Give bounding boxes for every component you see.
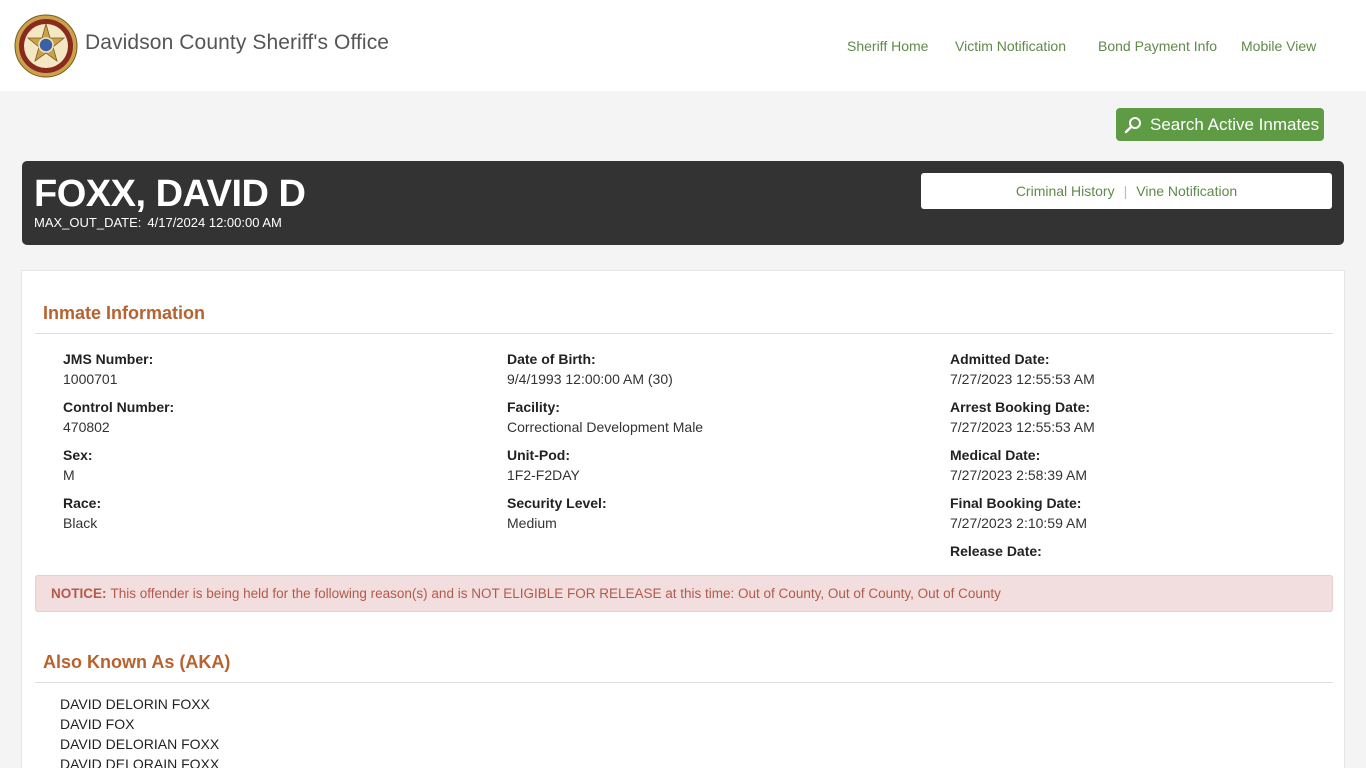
nav-victim-notification[interactable]: Victim Notification	[955, 38, 1066, 54]
race-field: Race: Black	[63, 493, 101, 533]
max-out-value: 4/17/2024 12:00:00 AM	[147, 215, 282, 230]
aka-name: DAVID DELORIAN FOXX	[60, 736, 220, 752]
field-value: 470802	[63, 419, 110, 435]
field-label: Control Number:	[63, 399, 175, 415]
notice-text: This offender is being held for the foll…	[110, 586, 1001, 601]
vine-notification-link[interactable]: Vine Notification	[1136, 183, 1237, 199]
release-date-field: Release Date:	[950, 541, 1042, 561]
max-out-date: MAX_OUT_DATE: 4/17/2024 12:00:00 AM	[34, 215, 282, 230]
field-label: Sex:	[63, 447, 93, 463]
arrest-booking-date-field: Arrest Booking Date: 7/27/2023 12:55:53 …	[950, 397, 1095, 437]
field-value: Correctional Development Male	[507, 419, 704, 435]
facility-field: Facility: Correctional Development Male	[507, 397, 703, 437]
field-value: 9/4/1993 12:00:00 AM (30)	[507, 371, 673, 387]
link-separator: |	[1123, 183, 1128, 199]
medical-date-field: Medical Date: 7/27/2023 2:58:39 AM	[950, 445, 1087, 485]
field-label: Arrest Booking Date:	[950, 399, 1091, 415]
search-icon	[1124, 116, 1141, 133]
search-active-inmates-button[interactable]: Search Active Inmates	[1116, 108, 1324, 141]
nav-mobile-view[interactable]: Mobile View	[1241, 38, 1316, 54]
field-label: JMS Number:	[63, 351, 154, 367]
field-label: Admitted Date:	[950, 351, 1050, 367]
max-out-label: MAX_OUT_DATE:	[34, 215, 142, 230]
field-value: 7/27/2023 12:55:53 AM	[950, 419, 1095, 435]
search-button-label: Search Active Inmates	[1150, 114, 1320, 134]
inmate-header-panel: FOXX, DAVID D MAX_OUT_DATE: 4/17/2024 12:…	[22, 161, 1344, 245]
criminal-history-link[interactable]: Criminal History	[1016, 183, 1115, 199]
sex-field: Sex: M	[63, 445, 93, 485]
control-number-field: Control Number: 470802	[63, 397, 174, 437]
aka-title: Also Known As (AKA)	[43, 652, 231, 672]
field-value: M	[63, 467, 75, 483]
aka-name: DAVID FOX	[60, 716, 135, 732]
nav-bond-payment-info[interactable]: Bond Payment Info	[1098, 38, 1217, 54]
date-of-birth-field: Date of Birth: 9/4/1993 12:00:00 AM (30)	[507, 349, 673, 389]
field-label: Facility:	[507, 399, 560, 415]
field-value: 7/27/2023 12:55:53 AM	[950, 371, 1095, 387]
field-value: 7/27/2023 2:10:59 AM	[950, 515, 1087, 531]
release-notice-alert: NOTICE: This offender is being held for …	[35, 575, 1333, 612]
inmate-information-title: Inmate Information	[43, 303, 206, 323]
nav-sheriff-home[interactable]: Sheriff Home	[847, 38, 928, 54]
security-level-field: Security Level: Medium	[507, 493, 607, 533]
field-label: Unit-Pod:	[507, 447, 570, 463]
final-booking-date-field: Final Booking Date: 7/27/2023 2:10:59 AM	[950, 493, 1087, 533]
field-label: Security Level:	[507, 495, 607, 511]
field-value: 7/27/2023 2:58:39 AM	[950, 467, 1087, 483]
inmate-details-panel: Inmate Information JMS Number: 1000701 C…	[21, 270, 1345, 768]
divider	[35, 682, 1333, 683]
field-label: Date of Birth:	[507, 351, 596, 367]
admitted-date-field: Admitted Date: 7/27/2023 12:55:53 AM	[950, 349, 1095, 389]
field-label: Medical Date:	[950, 447, 1041, 463]
field-label: Release Date:	[950, 543, 1042, 559]
aka-name: DAVID DELORAIN FOXX	[60, 756, 220, 768]
field-value: Medium	[507, 515, 557, 531]
field-value: 1F2-F2DAY	[507, 467, 580, 483]
field-label: Final Booking Date:	[950, 495, 1082, 511]
field-label: Race:	[63, 495, 102, 511]
aka-list: DAVID DELORIN FOXX DAVID FOX DAVID DELOR…	[60, 694, 219, 768]
inmate-name: FOXX, DAVID D	[34, 173, 306, 215]
main-nav: Sheriff Home Victim Notification Bond Pa…	[0, 38, 1366, 58]
unit-pod-field: Unit-Pod: 1F2-F2DAY	[507, 445, 580, 485]
jms-number-field: JMS Number: 1000701	[63, 349, 153, 389]
inmate-links-box: Criminal History | Vine Notification	[921, 173, 1332, 209]
divider	[35, 333, 1333, 334]
aka-name: DAVID DELORIN FOXX	[60, 696, 210, 712]
field-value: Black	[63, 515, 98, 531]
notice-label: NOTICE:	[51, 586, 107, 601]
field-value: 1000701	[63, 371, 118, 387]
site-header: Davidson County Sheriff's Office Sheriff…	[0, 0, 1366, 91]
